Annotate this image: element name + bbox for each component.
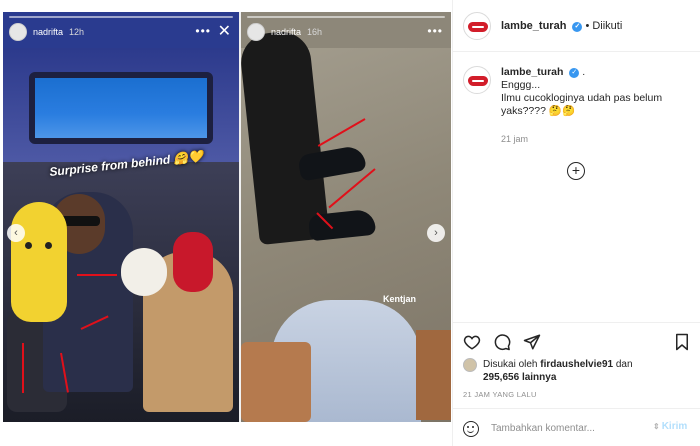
verified-badge-icon: ✓	[572, 21, 583, 32]
send-label[interactable]: Kirim	[662, 421, 688, 432]
story-avatar[interactable]	[9, 23, 27, 41]
author-avatar[interactable]	[463, 11, 491, 40]
comment-input[interactable]	[491, 419, 641, 437]
heart-icon[interactable]	[463, 333, 481, 351]
bag	[241, 342, 311, 422]
post-timestamp[interactable]: 21 JAM YANG LALU	[463, 390, 537, 399]
emoji-icon[interactable]	[463, 421, 479, 437]
liked-by-and: dan	[615, 359, 633, 370]
story-header: nadrifta 12h	[3, 12, 239, 52]
red-arrow	[77, 274, 117, 276]
liker-avatar[interactable]	[463, 358, 477, 372]
story-screenshot-2: Kentjan nadrifta 16h ••• ›	[241, 12, 451, 422]
next-arrow-icon[interactable]: ›	[427, 224, 445, 242]
story-username[interactable]: nadrifta	[271, 27, 301, 37]
verified-badge-icon: ✓	[569, 68, 580, 78]
post-sidebar: lambe_turah ✓ • Diikuti lambe_turah ✓ . …	[452, 0, 700, 446]
comment-bar: ⇕Kirim	[453, 408, 700, 446]
story-screenshot-1: Surprise from behind 🤗💛 nadrifta 12h •••…	[3, 12, 239, 422]
likes-text: Disukai oleh firdaushelvie91 dan 295,656…	[483, 358, 633, 384]
caption-username[interactable]: lambe_turah	[501, 66, 563, 78]
likes-count[interactable]: 295,656	[483, 372, 519, 383]
author-username-text[interactable]: lambe_turah	[501, 20, 566, 32]
banana-eye	[25, 242, 32, 249]
caption-line: yaks???? 🤔🤔	[501, 105, 576, 117]
story-username[interactable]: nadrifta	[33, 27, 63, 37]
story-time: 12h	[69, 27, 85, 37]
likes-summary: Disukai oleh firdaushelvie91 dan 295,656…	[463, 358, 693, 384]
woman-head	[121, 248, 167, 296]
caption-tail: .	[582, 66, 586, 78]
lips-logo-mouth	[472, 25, 484, 28]
load-more-comments-icon[interactable]: +	[567, 162, 585, 180]
banana-plush	[11, 202, 67, 322]
bag	[416, 330, 451, 420]
liked-by-user[interactable]: firdaushelvie91	[540, 359, 613, 370]
story-progress-bar	[247, 16, 445, 18]
media-frame: Surprise from behind 🤗💛 nadrifta 12h •••…	[3, 12, 451, 422]
lips-logo-mouth	[472, 80, 484, 82]
liked-by-prefix: Disukai oleh	[483, 359, 538, 370]
send-icon[interactable]	[523, 333, 541, 351]
prev-arrow-icon[interactable]: ‹	[7, 224, 25, 242]
story-progress-bar	[9, 16, 233, 18]
banana-eye	[45, 242, 52, 249]
red-arrow	[22, 343, 24, 393]
follow-status-button[interactable]: Diikuti	[592, 20, 622, 32]
comment-icon[interactable]	[493, 333, 511, 351]
story-sticker-text: Kentjan	[383, 294, 417, 304]
caption-time: 21 jam	[501, 134, 529, 144]
caption-line: Enggg...	[501, 79, 541, 91]
post-header: lambe_turah ✓ • Diikuti	[453, 0, 700, 52]
sort-arrows-icon: ⇕	[653, 422, 660, 431]
author-username[interactable]: lambe_turah ✓	[501, 20, 583, 32]
action-bar	[453, 322, 700, 358]
caption-line: Ilmu cucokloginya udah pas belum	[501, 92, 663, 104]
post-comment-button[interactable]: ⇕ Kirim	[653, 421, 687, 432]
story-time: 16h	[307, 27, 323, 37]
likes-suffix[interactable]: lainnya	[522, 372, 556, 383]
post-media: Surprise from behind 🤗💛 nadrifta 12h •••…	[0, 0, 452, 446]
story-avatar[interactable]	[247, 23, 265, 41]
caption-avatar[interactable]	[463, 66, 491, 94]
header-separator: •	[585, 19, 590, 32]
caption-body: lambe_turah ✓ . Enggg... Ilmu cucoklogin…	[501, 66, 662, 118]
bookmark-icon[interactable]	[673, 333, 691, 351]
story-header: nadrifta 16h	[241, 12, 451, 52]
flower-bouquet	[173, 232, 213, 292]
car-sunroof	[29, 72, 213, 144]
post-caption: lambe_turah ✓ . Enggg... Ilmu cucoklogin…	[463, 66, 695, 118]
